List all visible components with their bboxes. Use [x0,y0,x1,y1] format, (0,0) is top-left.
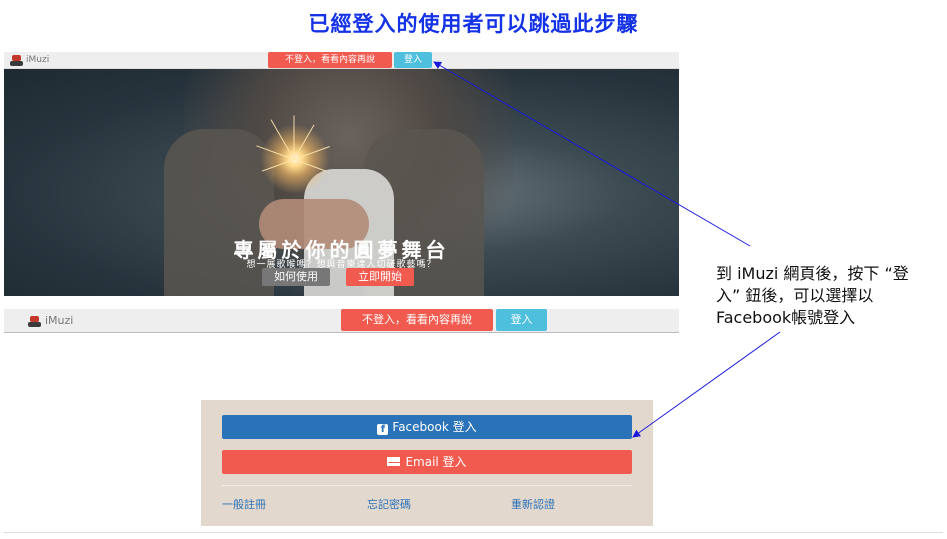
arrow-to-top-login [433,61,751,247]
arrow-to-facebook-login [632,331,781,438]
annotation-arrows [433,61,781,438]
annotated-screenshot: 已經登入的使用者可以跳過此步驟 iMuzi 不登入，看看內容再說 登入 專屬於你… [0,0,947,539]
